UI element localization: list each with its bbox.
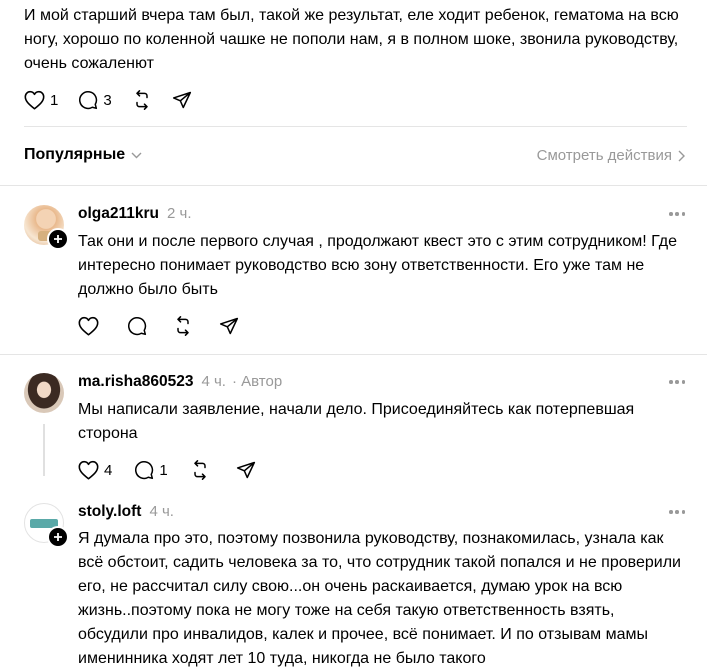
comment-actions xyxy=(78,316,259,336)
reply-count: 1 xyxy=(159,461,168,479)
repost-icon xyxy=(177,316,189,336)
username[interactable]: stoly.loft xyxy=(78,503,141,521)
comment-text: Я думала про это, поэтому позвонила руко… xyxy=(78,530,681,667)
sort-label: Популярные xyxy=(24,146,126,163)
avatar[interactable] xyxy=(24,373,64,413)
speech-bubble-icon xyxy=(79,91,98,110)
reply-button[interactable]: 1 xyxy=(134,460,168,480)
heart-icon xyxy=(24,90,45,110)
reply-button[interactable] xyxy=(127,316,147,336)
more-button[interactable] xyxy=(669,380,685,384)
comment xyxy=(24,503,69,548)
post-text: И мой старший вчера там был, такой же ре… xyxy=(24,7,679,72)
speech-bubble-icon xyxy=(135,461,154,480)
follow-button[interactable] xyxy=(47,228,69,250)
heart-icon xyxy=(78,316,99,336)
plus-icon xyxy=(54,533,62,541)
like-button[interactable] xyxy=(78,316,99,336)
post-actions: 1 3 xyxy=(24,90,212,110)
like-button[interactable]: 4 xyxy=(78,460,112,480)
plus-icon xyxy=(54,235,62,243)
divider xyxy=(0,185,707,186)
repost-button[interactable] xyxy=(190,460,210,480)
follow-button[interactable] xyxy=(47,526,69,548)
see-activity-label: Смотреть действия xyxy=(536,147,672,164)
thread-line xyxy=(43,424,45,476)
share-button[interactable] xyxy=(172,90,192,110)
divider xyxy=(24,126,687,127)
username[interactable]: ma.risha860523 xyxy=(78,373,193,391)
comment-header: ma.risha860523 4 ч. · Автор xyxy=(78,373,282,391)
timestamp: 4 ч. xyxy=(149,503,174,520)
see-activity-link[interactable]: Смотреть действия xyxy=(537,147,685,164)
comment-text: Мы написали заявление, начали дело. Прис… xyxy=(78,401,635,442)
chevron-down-icon xyxy=(131,152,142,158)
paper-plane-icon xyxy=(236,461,255,479)
comment-actions: 4 1 xyxy=(78,460,276,480)
like-count: 4 xyxy=(104,461,113,479)
comment xyxy=(24,373,64,413)
repost-button[interactable] xyxy=(132,90,152,110)
paper-plane-icon xyxy=(172,91,191,109)
comment-header: stoly.loft 4 ч. xyxy=(78,503,174,521)
repost-button[interactable] xyxy=(173,316,193,336)
author-badge: · Автор xyxy=(231,373,283,390)
sort-dropdown[interactable]: Популярные xyxy=(24,146,142,164)
speech-bubble-icon xyxy=(128,317,147,336)
comment-text: Так они и после первого случая , продолж… xyxy=(78,233,677,298)
timestamp: 2 ч. xyxy=(167,205,192,222)
like-count: 1 xyxy=(50,91,59,109)
share-button[interactable] xyxy=(219,316,239,336)
more-button[interactable] xyxy=(669,212,685,216)
comment xyxy=(24,205,69,250)
divider xyxy=(0,354,707,355)
share-button[interactable] xyxy=(236,460,256,480)
paper-plane-icon xyxy=(219,317,239,335)
more-button[interactable] xyxy=(669,510,685,514)
reply-button[interactable]: 3 xyxy=(78,90,112,110)
timestamp: 4 ч. xyxy=(201,373,226,390)
comment-header: olga211kru 2 ч. xyxy=(78,205,192,223)
chevron-right-icon xyxy=(678,150,685,161)
reply-count: 3 xyxy=(103,91,112,109)
heart-icon xyxy=(78,460,99,480)
username[interactable]: olga211kru xyxy=(78,205,159,223)
repost-icon xyxy=(135,90,148,110)
like-button[interactable]: 1 xyxy=(24,90,58,110)
repost-icon xyxy=(193,460,206,480)
